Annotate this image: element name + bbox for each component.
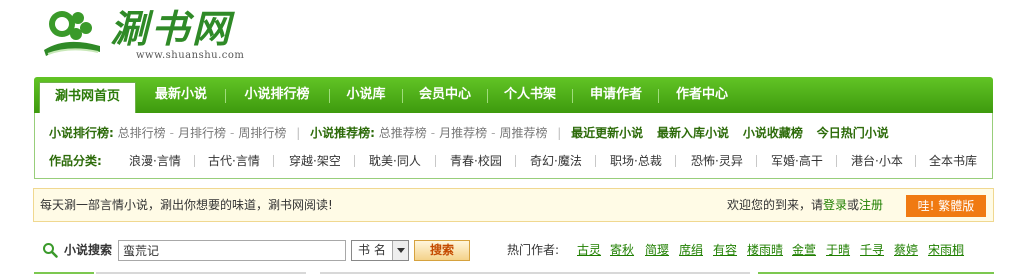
hot-authors-label: 热门作者: <box>507 243 560 257</box>
category-link[interactable]: 职场·总裁 <box>610 151 662 171</box>
link-recent-updates[interactable]: 最近更新小说 <box>571 126 643 140</box>
hot-author-link[interactable]: 简璎 <box>645 238 669 262</box>
ranking-title: 小说排行榜: <box>49 126 114 140</box>
link-hot-today[interactable]: 今日热门小说 <box>817 126 889 140</box>
notice-bar: 每天涮一部言情小说，涮出你想要的味道，涮书网阅读! 欢迎您的到来，请登录或注册 … <box>33 188 994 222</box>
search-button[interactable]: 搜索 <box>414 240 470 261</box>
clover-logo-icon <box>44 11 100 56</box>
hot-author-link[interactable]: 金萱 <box>792 238 816 262</box>
category-link[interactable]: 穿越·架空 <box>289 151 341 171</box>
site-logo[interactable]: 涮书网 www.shuanshu.com <box>40 6 270 64</box>
nav-home[interactable]: 涮书网首页 <box>39 82 136 116</box>
nav-divider <box>402 89 403 103</box>
panel-edge <box>34 272 94 276</box>
hot-author-link[interactable]: 席绢 <box>679 238 703 262</box>
welcome-text: 欢迎您的到来，请登录或注册 <box>726 198 883 212</box>
category-link[interactable]: 耽美·同人 <box>369 151 421 171</box>
search-icon <box>43 243 58 258</box>
rank-monthly[interactable]: 月排行榜 <box>178 126 226 140</box>
rec-weekly[interactable]: 周推荐榜 <box>499 126 547 140</box>
hot-author-link[interactable]: 寄秋 <box>610 238 634 262</box>
nav-apply-author[interactable]: 申请作者 <box>581 77 651 113</box>
hot-author-link[interactable]: 楼雨晴 <box>747 238 783 262</box>
nav-member-center[interactable]: 会员中心 <box>410 77 480 113</box>
category-link[interactable]: 恐怖·灵异 <box>691 151 743 171</box>
nav-divider <box>658 89 659 103</box>
search-label: 小说搜索 <box>64 243 113 257</box>
category-link[interactable]: 青春·校园 <box>450 151 502 171</box>
hot-author-link[interactable]: 古灵 <box>577 238 601 262</box>
main-nav: 涮书网首页 最新小说 小说排行榜 小说库 会员中心 个人书架 申请作者 作者中心 <box>34 77 993 116</box>
hot-author-link[interactable]: 蔡婷 <box>894 238 918 262</box>
panel-edge <box>758 272 994 276</box>
ranking-row: 小说排行榜: 总排行榜 - 月排行榜 - 周排行榜 | 小说推荐榜: 总推荐榜 - 月推荐榜… <box>49 126 889 140</box>
nav-latest-novels[interactable]: 最新小说 <box>146 77 216 113</box>
register-link[interactable]: 注册 <box>859 198 883 212</box>
link-new-entries[interactable]: 最新入库小说 <box>657 126 729 140</box>
rec-monthly[interactable]: 月推荐榜 <box>439 126 487 140</box>
chevron-down-icon <box>392 241 408 260</box>
rank-weekly[interactable]: 周排行榜 <box>238 126 286 140</box>
nav-divider <box>225 89 226 103</box>
search-input[interactable] <box>118 240 346 261</box>
traditional-chinese-button[interactable]: 哇! 繁體版 <box>906 195 986 217</box>
rank-total[interactable]: 总排行榜 <box>118 126 166 140</box>
search-type-value: 书 名 <box>358 243 386 257</box>
category-link[interactable]: 浪漫·言情 <box>129 151 181 171</box>
nav-library[interactable]: 小说库 <box>337 77 395 113</box>
sub-nav: 小说排行榜: 总排行榜 - 月排行榜 - 周排行榜 | 小说推荐榜: 总推荐榜 - 月推荐榜… <box>34 113 993 179</box>
nav-bookshelf[interactable]: 个人书架 <box>495 77 565 113</box>
category-link[interactable]: 古代·言情 <box>208 151 260 171</box>
category-row: 作品分类: 浪漫·言情 古代·言情 穿越·架空 耽美·同人 青春·校园 奇幻·魔… <box>49 151 989 171</box>
search-bar: 小说搜索 书 名 搜索 热门作者: 古灵 寄秋 简璎 席绢 有容 楼雨晴 金萱 … <box>42 238 997 264</box>
recommend-title: 小说推荐榜: <box>310 126 375 140</box>
nav-divider <box>572 89 573 103</box>
category-link[interactable]: 港台·小本 <box>851 151 903 171</box>
panel-edge <box>320 272 750 276</box>
nav-divider <box>329 89 330 103</box>
rec-total[interactable]: 总推荐榜 <box>379 126 427 140</box>
notice-text: 每天涮一部言情小说，涮出你想要的味道，涮书网阅读! <box>40 198 333 212</box>
hot-author-link[interactable]: 千寻 <box>860 238 884 262</box>
panel-edge <box>96 272 306 276</box>
category-title: 作品分类: <box>49 154 102 168</box>
category-link-full-library[interactable]: 全本书库 <box>929 151 977 171</box>
logo-url: www.shuanshu.com <box>136 50 245 61</box>
category-link[interactable]: 军婚·高干 <box>771 151 823 171</box>
nav-ranking[interactable]: 小说排行榜 <box>234 77 320 113</box>
hot-author-link[interactable]: 宋雨桐 <box>928 238 964 262</box>
search-type-select[interactable]: 书 名 <box>351 240 409 261</box>
category-link[interactable]: 奇幻·魔法 <box>530 151 582 171</box>
login-link[interactable]: 登录 <box>823 198 847 212</box>
logo-text: 涮书网 <box>110 6 234 51</box>
nav-author-center[interactable]: 作者中心 <box>667 77 737 113</box>
hot-author-link[interactable]: 有容 <box>713 238 737 262</box>
nav-divider <box>487 89 488 103</box>
link-favorites[interactable]: 小说收藏榜 <box>743 126 803 140</box>
hot-author-link[interactable]: 于晴 <box>826 238 850 262</box>
